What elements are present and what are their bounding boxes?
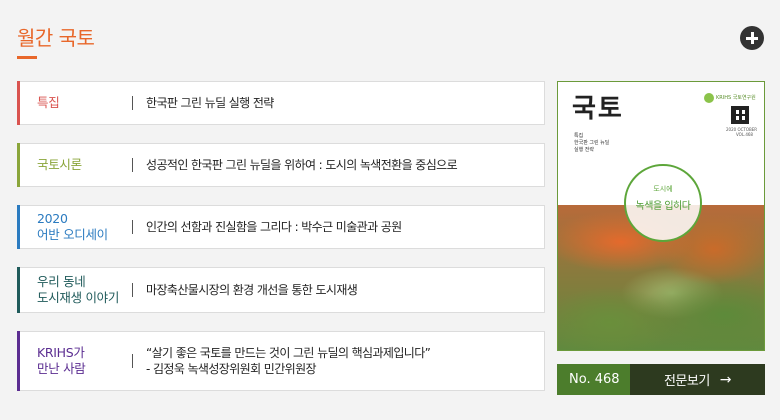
qr-code-icon xyxy=(731,106,749,124)
article-title: 성공적인 한국판 그린 뉴딜을 위하여 : 도시의 녹색전환을 중심으로 xyxy=(146,158,458,172)
category-label: 2020 어반 오디세이 xyxy=(37,211,108,242)
issue-bar: No. 468 전문보기 → xyxy=(557,364,765,395)
section-header: 월간 국토 xyxy=(0,0,780,62)
category-color-bar xyxy=(17,81,20,125)
cover-sub-line: 한국판 그린 뉴딜 xyxy=(574,140,610,146)
cover-logo-text: KRIHS 국토연구원 xyxy=(716,95,756,101)
category-label: KRIHS가 만난 사람 xyxy=(37,345,86,376)
category-color-bar xyxy=(17,331,20,391)
cover-subtitle: 특집 한국판 그린 뉴딜 실행 전략 xyxy=(574,133,609,154)
cover-vol: VOL.468 xyxy=(736,132,753,137)
view-full-label: 전문보기 xyxy=(663,374,710,389)
category-color-bar xyxy=(17,267,20,313)
article-item[interactable]: 특집 한국판 그린 뉴딜 실행 전략 xyxy=(17,81,545,125)
article-list: 특집 한국판 그린 뉴딜 실행 전략 국토시론 성공적인 한국판 그린 뉴딜을 … xyxy=(17,81,545,409)
article-title: 한국판 그린 뉴딜 실행 전략 xyxy=(146,96,274,110)
plus-circle-icon[interactable] xyxy=(740,26,764,50)
title-underline xyxy=(17,56,37,59)
cover-circle-badge: 도시에 녹색을 입히다 xyxy=(624,164,702,242)
cover-title: 국토 xyxy=(572,94,624,124)
cover-sub-line: 실행 전략 xyxy=(574,147,594,153)
article-item[interactable]: 국토시론 성공적인 한국판 그린 뉴딜을 위하여 : 도시의 녹색전환을 중심으… xyxy=(17,143,545,187)
article-item[interactable]: 우리 동네 도시재생 이야기 마장축산물시장의 환경 개선을 통한 도시재생 xyxy=(17,267,545,313)
separator xyxy=(132,283,133,297)
category-color-bar xyxy=(17,143,20,187)
separator xyxy=(132,96,133,110)
article-item[interactable]: KRIHS가 만난 사람 “살기 좋은 국토를 만드는 것이 그린 뉴딜의 핵심… xyxy=(17,331,545,391)
category-label: 우리 동네 도시재생 이야기 xyxy=(37,274,120,305)
separator xyxy=(132,220,133,234)
magazine-cover[interactable]: 국토 KRIHS 국토연구원 2020 OCTOBER VOL.468 특집 한… xyxy=(557,81,765,351)
arrow-right-icon: → xyxy=(719,371,732,388)
separator xyxy=(132,158,133,172)
article-title: 마장축산물시장의 환경 개선을 통한 도시재생 xyxy=(146,283,358,297)
article-title: 인간의 선함과 진실함을 그리다 : 박수근 미술관과 공원 xyxy=(146,220,402,234)
krihs-logo-icon xyxy=(704,93,714,103)
circle-big-text: 녹색을 입히다 xyxy=(635,201,691,212)
circle-small-text: 도시에 xyxy=(653,185,673,193)
section-title: 월간 국토 xyxy=(17,26,95,50)
category-color-bar xyxy=(17,205,20,249)
separator xyxy=(132,354,133,368)
cover-sub-line: 특집 xyxy=(574,133,584,139)
article-item[interactable]: 2020 어반 오디세이 인간의 선함과 진실함을 그리다 : 박수근 미술관과… xyxy=(17,205,545,249)
issue-number: No. 468 xyxy=(557,364,630,395)
article-title: “살기 좋은 국토를 만드는 것이 그린 뉴딜의 핵심과제입니다” - 김정욱 … xyxy=(146,346,431,376)
category-label: 국토시론 xyxy=(37,157,82,172)
category-label: 특집 xyxy=(37,95,60,110)
view-full-button[interactable]: 전문보기 → xyxy=(630,364,765,395)
